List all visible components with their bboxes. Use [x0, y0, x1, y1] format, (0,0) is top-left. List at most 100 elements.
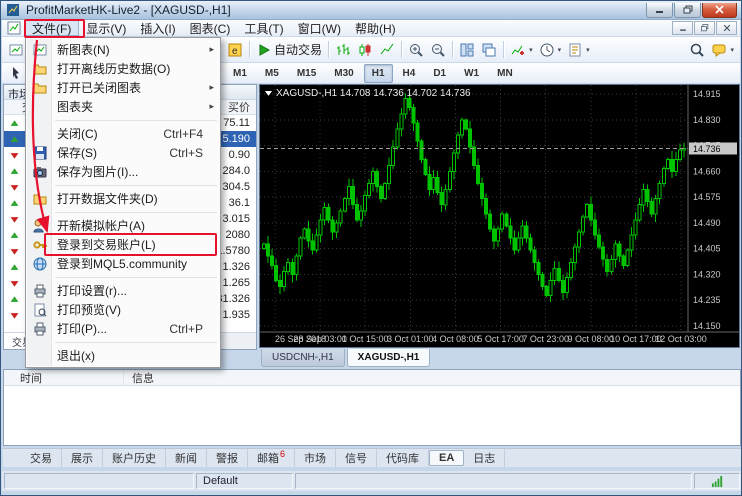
- file-menu-item-19[interactable]: 退出(x): [27, 346, 219, 365]
- file-menu-item-6[interactable]: 保存(S)Ctrl+S: [27, 143, 219, 162]
- bottom-tab[interactable]: 警报: [207, 449, 248, 467]
- trend-down-icon: [7, 245, 22, 257]
- chart-tab[interactable]: USDCNH-,H1: [261, 349, 345, 367]
- bar-chart-button[interactable]: [332, 39, 354, 60]
- timeframe-group: M1M5M15M30H1H4D1W1MN: [224, 64, 522, 83]
- menu-charts[interactable]: 图表(C): [183, 20, 238, 36]
- candle-chart-button[interactable]: [354, 39, 376, 60]
- zoom-in-button[interactable]: [405, 39, 427, 60]
- file-menu-item-11[interactable]: 开新模拟帐户(A): [27, 216, 219, 235]
- menu-window[interactable]: 窗口(W): [291, 20, 348, 36]
- periods-button[interactable]: ▾: [536, 39, 565, 60]
- file-menu-item-16[interactable]: 打印预览(V): [27, 300, 219, 319]
- svg-text:14.915: 14.915: [693, 89, 721, 99]
- indicators-button[interactable]: ▾: [507, 39, 536, 60]
- timeframe-m1[interactable]: M1: [225, 64, 255, 83]
- status-connection: [694, 473, 740, 489]
- file-menu-item-5[interactable]: 关闭(C)Ctrl+F4: [27, 124, 219, 143]
- trend-up-icon: [7, 133, 22, 145]
- mdi-min-icon: [675, 20, 691, 36]
- window-close-button[interactable]: [702, 3, 737, 18]
- svg-text:9 Oct 08:00: 9 Oct 08:00: [568, 334, 615, 344]
- line-chart-icon: [379, 42, 395, 58]
- svg-text:14.320: 14.320: [693, 269, 721, 279]
- chart-panel[interactable]: 14.91514.83014.74514.66014.57514.49014.4…: [259, 84, 740, 348]
- file-menu-item-3[interactable]: 图表夹▸: [27, 97, 219, 116]
- terminal-column-message: 信息: [124, 370, 740, 386]
- mail-badge: 6: [280, 450, 285, 459]
- file-menu-item-9[interactable]: 打开数据文件夹(D): [27, 189, 219, 208]
- trend-up-icon: [7, 165, 22, 177]
- bottom-tab[interactable]: 市场: [295, 449, 336, 467]
- menu-help[interactable]: 帮助(H): [348, 20, 403, 36]
- menu-view[interactable]: 显示(V): [79, 20, 133, 36]
- menu-insert[interactable]: 插入(I): [133, 20, 182, 36]
- bottom-tab[interactable]: 代码库: [377, 449, 429, 467]
- zoom-out-button[interactable]: [427, 39, 449, 60]
- svg-text:e: e: [232, 46, 238, 57]
- file-menu-item-1[interactable]: 打开离线历史数据(O): [27, 59, 219, 78]
- svg-text:1 Oct 15:00: 1 Oct 15:00: [342, 334, 389, 344]
- metaeditor-button[interactable]: e: [224, 39, 246, 60]
- menu-shortcut: Ctrl+P: [169, 322, 219, 336]
- bottom-tab[interactable]: EA: [429, 450, 464, 466]
- mdi-minimize-button[interactable]: [672, 21, 693, 35]
- folder-icon: [32, 191, 48, 207]
- file-menu-item-0[interactable]: 新图表(N)▸: [27, 40, 219, 59]
- mdi-close-icon: [719, 20, 735, 36]
- file-menu-item-7[interactable]: 保存为图片(I)...: [27, 162, 219, 181]
- printer-icon: [32, 283, 48, 299]
- cursor-button[interactable]: [5, 63, 27, 84]
- timeframe-m15[interactable]: M15: [289, 64, 324, 83]
- file-menu-item-13[interactable]: 登录到MQL5.community: [27, 254, 219, 273]
- timeframe-m5[interactable]: M5: [257, 64, 287, 83]
- chart-tab[interactable]: XAGUSD-,H1: [347, 349, 431, 367]
- line-chart-button[interactable]: [376, 39, 398, 60]
- mdi-window-controls: [671, 20, 740, 36]
- chart-tab-bar: USDCNH-,H1XAGUSD-,H1: [259, 349, 740, 367]
- menu-tools[interactable]: 工具(T): [237, 20, 290, 36]
- menu-file[interactable]: 文件(F): [24, 20, 79, 36]
- tile-windows-button[interactable]: [456, 39, 478, 60]
- status-segment-spare: [295, 473, 692, 489]
- bottom-tab[interactable]: 日志: [464, 449, 505, 467]
- svg-text:5 Oct 17:00: 5 Oct 17:00: [477, 334, 524, 344]
- timeframe-mn[interactable]: MN: [489, 64, 521, 83]
- bottom-tab[interactable]: 交易: [21, 449, 62, 467]
- file-menu-item-17[interactable]: 打印(P)...Ctrl+P: [27, 319, 219, 338]
- bottom-tab[interactable]: 信号: [336, 449, 377, 467]
- cursor-icon: [8, 65, 24, 81]
- cascade-windows-button[interactable]: [478, 39, 500, 60]
- timeframe-h4[interactable]: H4: [395, 64, 424, 83]
- mdi-close-button[interactable]: [716, 21, 737, 35]
- menu-shortcut: Ctrl+F4: [163, 127, 219, 141]
- svg-text:14.736: 14.736: [693, 144, 721, 154]
- file-menu-item-12[interactable]: 登录到交易账户(L): [27, 235, 219, 254]
- autotrading-button[interactable]: 自动交易: [253, 39, 325, 60]
- new-chart-icon: [32, 42, 48, 58]
- svg-text:14.405: 14.405: [693, 244, 721, 254]
- timeframe-m30[interactable]: M30: [326, 64, 361, 83]
- file-menu-item-15[interactable]: 打印设置(r)...: [27, 281, 219, 300]
- window-minimize-button[interactable]: [646, 3, 673, 18]
- candlestick-chart[interactable]: 14.91514.83014.74514.66014.57514.49014.4…: [260, 85, 739, 347]
- bottom-tab[interactable]: 邮箱6: [248, 449, 295, 467]
- timeframe-h1[interactable]: H1: [364, 64, 393, 83]
- bottom-tab[interactable]: 新闻: [166, 449, 207, 467]
- submenu-arrow-icon: ▸: [209, 101, 214, 112]
- dropdown-arrow-icon: ▾: [586, 46, 590, 54]
- timeframe-d1[interactable]: D1: [425, 64, 454, 83]
- trend-down-icon: [7, 213, 22, 225]
- file-menu-item-2[interactable]: 打开已关闭图表▸: [27, 78, 219, 97]
- mdi-restore-button[interactable]: [694, 21, 715, 35]
- bottom-tab[interactable]: 账户历史: [103, 449, 166, 467]
- window-restore-button[interactable]: [674, 3, 701, 18]
- templates-button[interactable]: ▾: [564, 39, 593, 60]
- search-button[interactable]: [686, 39, 708, 60]
- tile-windows-icon: [459, 42, 475, 58]
- svg-text:14.830: 14.830: [693, 115, 721, 125]
- chat-button[interactable]: ▾: [708, 39, 737, 60]
- bottom-tab[interactable]: 展示: [62, 449, 103, 467]
- timeframe-w1[interactable]: W1: [456, 64, 487, 83]
- menu-bar: 文件(F)显示(V)插入(I)图表(C)工具(T)窗口(W)帮助(H): [2, 20, 740, 37]
